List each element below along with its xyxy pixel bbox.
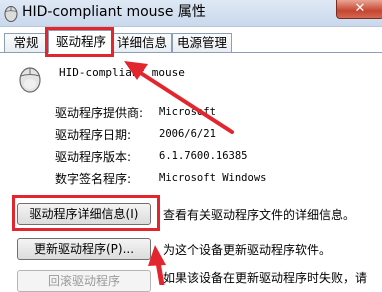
button-label: 驱动程序详细信息(I) — [29, 207, 139, 221]
prop-label-provider: 驱动程序提供商: — [55, 106, 144, 120]
device-name: HID-compliant mouse — [59, 66, 185, 79]
tab-label: 电源管理 — [176, 35, 227, 50]
rollback-driver-button[interactable]: 回滚驱动程序 — [17, 270, 151, 292]
button-label: 回滚驱动程序 — [47, 274, 120, 288]
window-title: HID-compliant mouse 属性 — [22, 4, 206, 20]
tab-label: 常规 — [13, 35, 39, 50]
mouse-icon — [4, 6, 18, 22]
close-icon: ✕ — [354, 1, 366, 16]
rollback-driver-description: 如果该设备在更新驱动程序时失败，请 — [163, 271, 368, 285]
update-driver-button[interactable]: 更新驱动程序(P)... — [17, 238, 151, 260]
title-bar: HID-compliant mouse 属性 ✕ — [0, 0, 382, 27]
tab-general[interactable]: 常规 — [4, 33, 48, 52]
tab-label: 驱动程序 — [55, 34, 106, 49]
close-button[interactable]: ✕ — [336, 0, 382, 19]
tab-driver[interactable]: 驱动程序 — [48, 30, 114, 53]
mouse-icon — [19, 67, 41, 93]
tab-label: 详细信息 — [116, 35, 167, 50]
prop-value-provider: Microsoft — [159, 106, 216, 118]
update-driver-description: 为这个设备更新驱动程序软件。 — [163, 243, 332, 257]
driver-details-button[interactable]: 驱动程序详细信息(I) — [17, 203, 151, 225]
prop-label-signer: 数字签名程序: — [55, 172, 132, 186]
prop-value-version: 6.1.7600.16385 — [159, 150, 248, 162]
tab-strip: 常规 驱动程序 详细信息 电源管理 — [0, 30, 382, 53]
prop-value-date: 2006/6/21 — [159, 128, 216, 140]
driver-details-description: 查看有关驱动程序文件的详细信息。 — [163, 208, 356, 222]
prop-value-signer: Microsoft Windows — [159, 172, 267, 184]
tab-details[interactable]: 详细信息 — [112, 33, 172, 52]
prop-label-version: 驱动程序版本: — [55, 150, 132, 164]
button-label: 更新驱动程序(P)... — [33, 242, 135, 256]
prop-label-date: 驱动程序日期: — [55, 128, 132, 142]
tab-power-management[interactable]: 电源管理 — [172, 33, 232, 52]
